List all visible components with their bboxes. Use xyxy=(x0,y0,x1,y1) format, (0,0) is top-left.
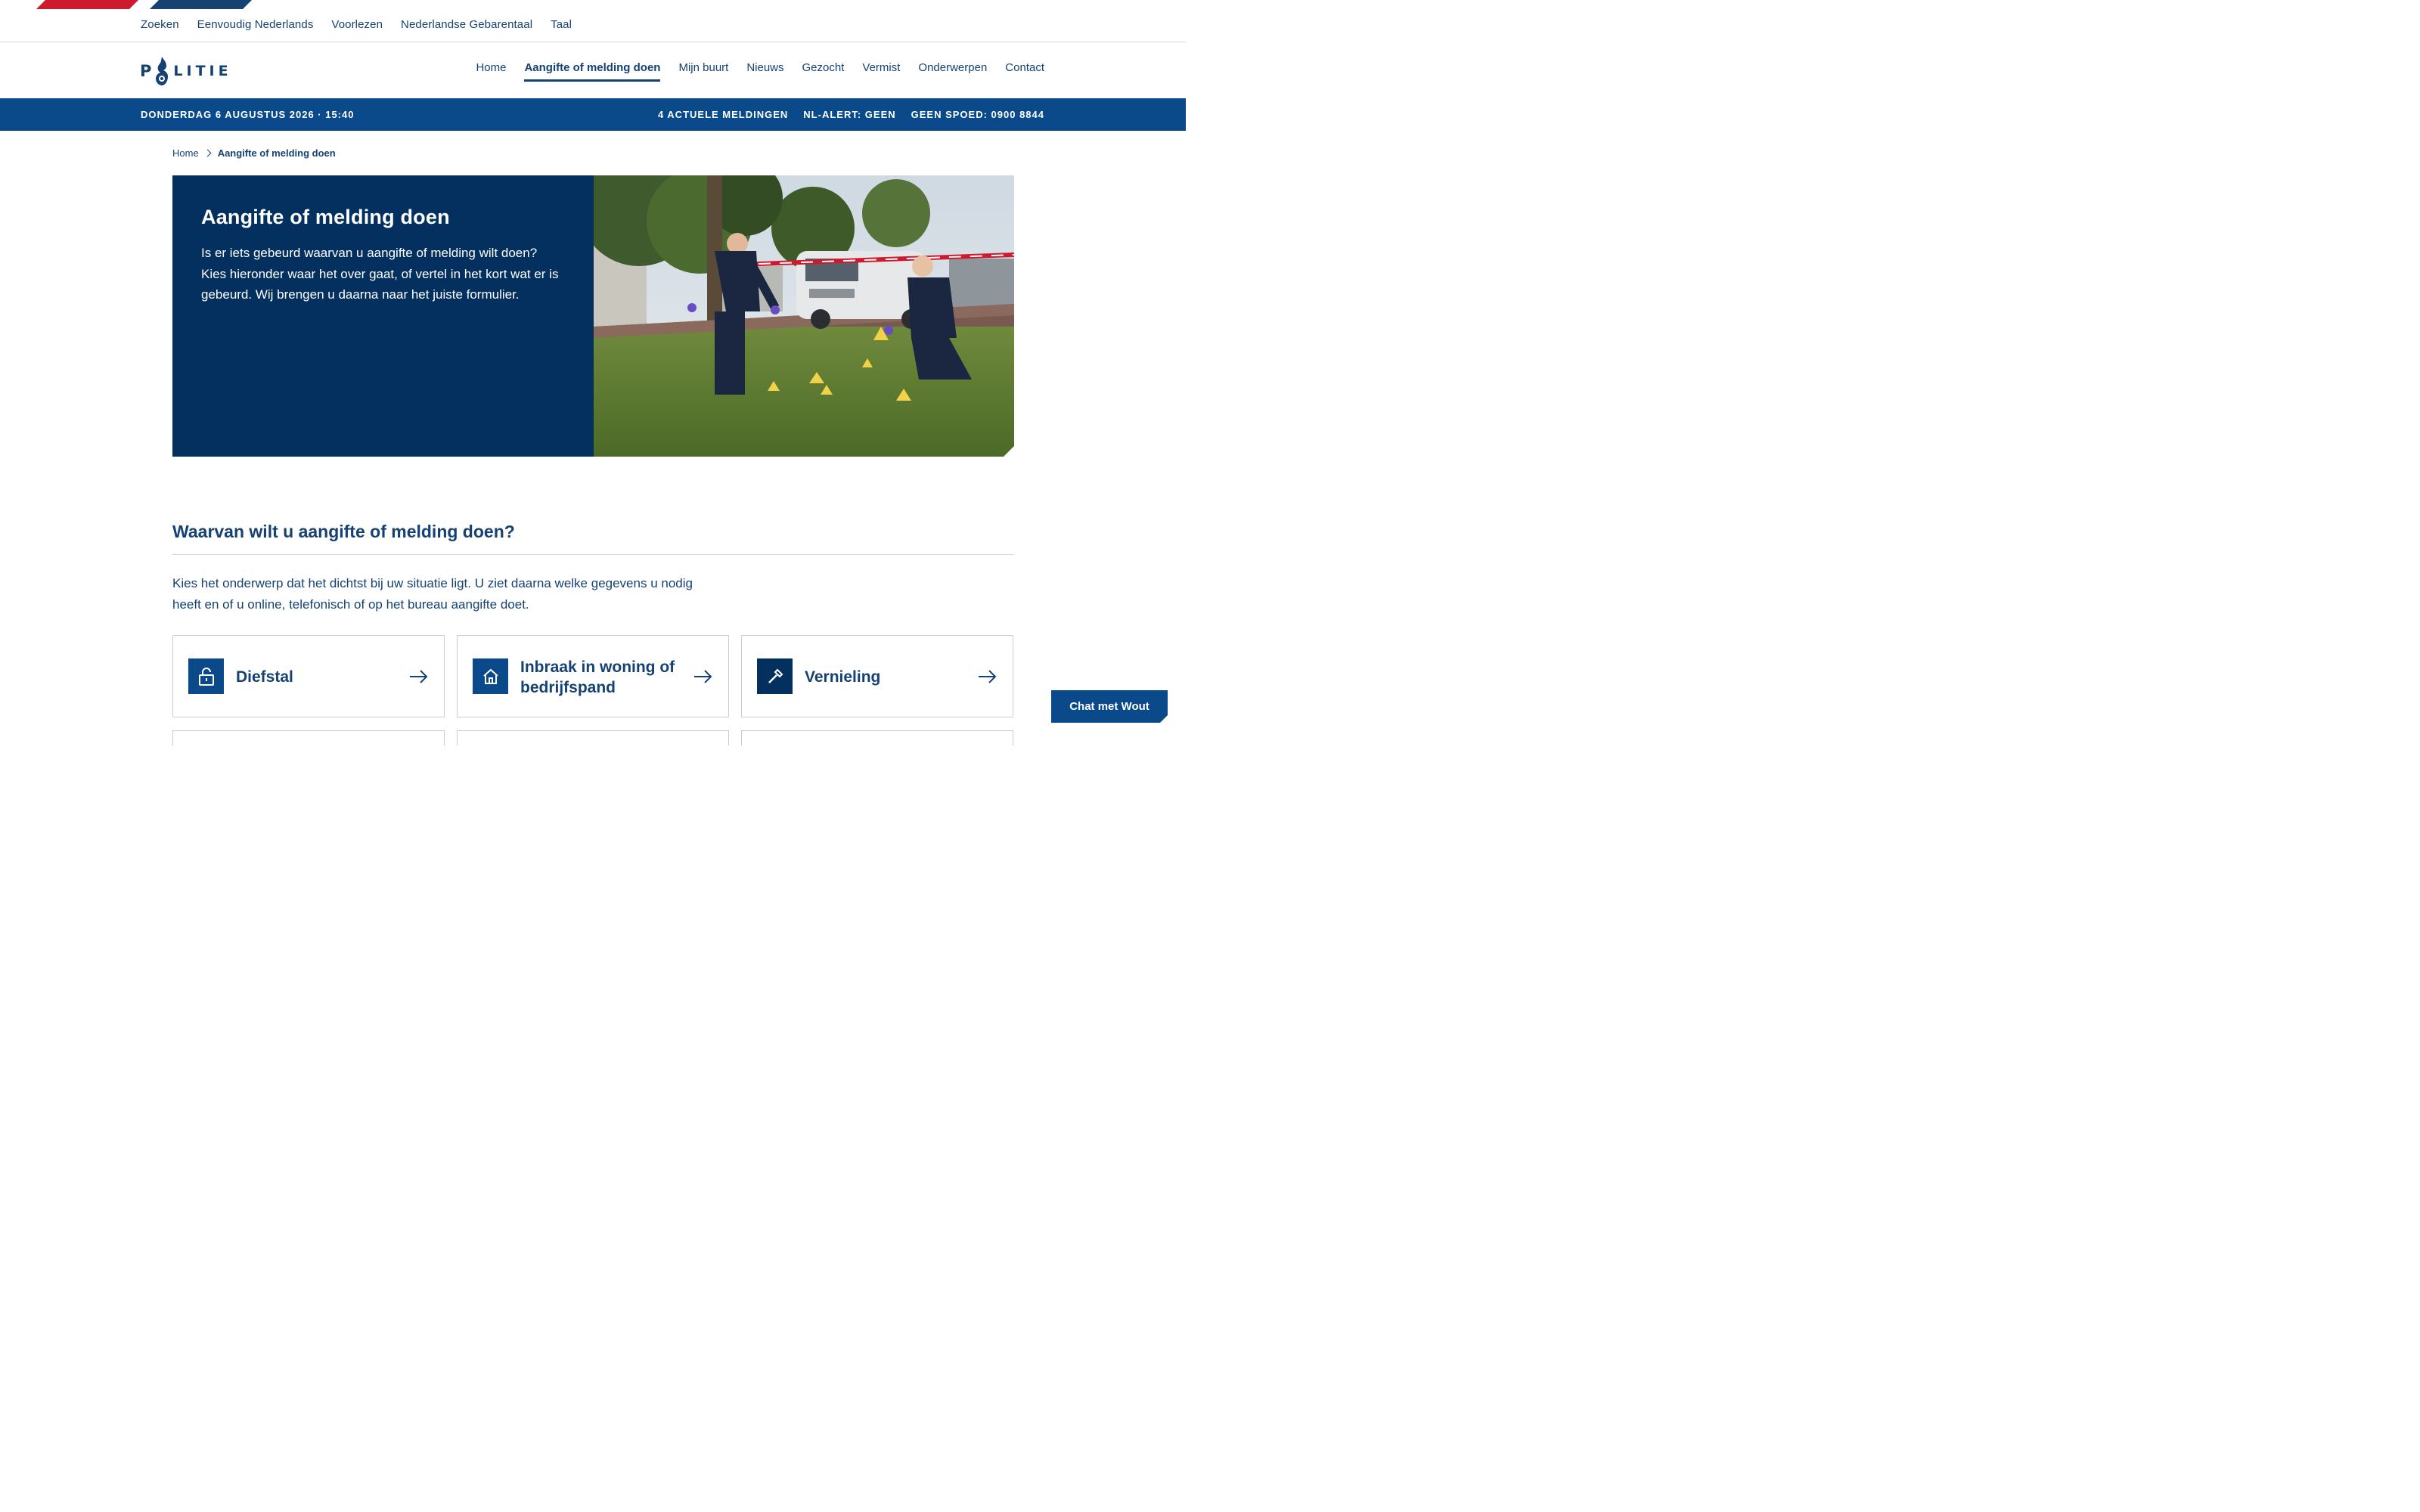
police-flame-icon xyxy=(156,57,169,85)
section-title: Waarvan wilt u aangifte of melding doen? xyxy=(172,522,515,541)
nav-item-vermist[interactable]: Vermist xyxy=(862,61,900,79)
main-nav-list: Home Aangifte of melding doen Mijn buurt… xyxy=(476,61,1044,82)
card-label: Diefstal xyxy=(236,668,293,686)
status-bar: DONDERDAG 6 AUGUSTUS 2026 · 15:40 4 ACTU… xyxy=(0,98,1186,131)
hero: Aangifte of melding doen Is er iets gebe… xyxy=(172,175,1014,457)
utility-link-eenvoudig[interactable]: Eenvoudig Nederlands xyxy=(197,18,314,31)
page-title: Aangifte of melding doen xyxy=(201,206,450,228)
nav-item-contact[interactable]: Contact xyxy=(1005,61,1044,79)
hero-photo xyxy=(594,175,1014,457)
card-label: Inbraak in woning of bedrijfspand xyxy=(520,658,675,696)
utility-nav: Zoeken Eenvoudig Nederlands Voorlezen Ne… xyxy=(141,18,572,31)
nav-item-home[interactable]: Home xyxy=(476,61,506,79)
breadcrumb-home[interactable]: Home xyxy=(172,147,199,159)
card-label: Vernieling xyxy=(805,668,881,686)
nav-item-mijn-buurt[interactable]: Mijn buurt xyxy=(678,61,728,79)
card-inbraak[interactable]: Inbraak in woning of bedrijfspand xyxy=(457,635,729,717)
status-items: 4 ACTUELE MELDINGEN NL-ALERT: GEEN GEEN … xyxy=(658,109,1044,120)
nav-item-nieuws[interactable]: Nieuws xyxy=(746,61,783,79)
utility-link-zoeken[interactable]: Zoeken xyxy=(141,18,179,31)
nav-item-onderwerpen[interactable]: Onderwerpen xyxy=(918,61,987,79)
nav-item-gezocht[interactable]: Gezocht xyxy=(802,61,845,79)
utility-link-taal[interactable]: Taal xyxy=(551,18,572,31)
politie-logo[interactable]: P LITIE xyxy=(140,55,232,87)
status-meldingen[interactable]: 4 ACTUELE MELDINGEN xyxy=(658,109,788,120)
card-vernieling[interactable]: Vernieling xyxy=(741,635,1013,717)
breadcrumb: Home Aangifte of melding doen xyxy=(172,147,336,159)
crime-scene-photo xyxy=(594,175,1014,457)
hammer-icon xyxy=(757,658,793,694)
status-date: DONDERDAG 6 AUGUSTUS 2026 · 15:40 xyxy=(141,109,355,120)
utility-link-voorlezen[interactable]: Voorlezen xyxy=(331,18,383,31)
card-next-row-3[interactable] xyxy=(741,730,1013,745)
breadcrumb-current: Aangifte of melding doen xyxy=(217,147,336,159)
chat-button[interactable]: Chat met Wout xyxy=(1051,690,1168,723)
status-spoed[interactable]: GEEN SPOED: 0900 8844 xyxy=(911,109,1044,120)
status-nlalert[interactable]: NL-ALERT: GEEN xyxy=(803,109,895,120)
section-divider xyxy=(172,554,1014,555)
card-next-row-1[interactable] xyxy=(172,730,445,745)
section-intro: Kies het onderwerp dat het dichtst bij u… xyxy=(172,576,693,612)
chevron-right-icon xyxy=(203,149,212,157)
arrow-right-icon xyxy=(979,670,997,683)
unlock-icon xyxy=(188,658,224,694)
hero-text: Is er iets gebeurd waarvan u aangifte of… xyxy=(201,246,559,302)
arrow-right-icon xyxy=(694,670,712,683)
main-navigation: P LITIE Home Aangifte of melding doen Mi… xyxy=(0,42,1186,98)
house-icon xyxy=(473,658,508,694)
arrow-right-icon xyxy=(410,670,428,683)
hero-panel: Aangifte of melding doen Is er iets gebe… xyxy=(172,175,594,457)
nav-item-aangifte[interactable]: Aangifte of melding doen xyxy=(524,61,661,82)
utility-bar: Zoeken Eenvoudig Nederlands Voorlezen Ne… xyxy=(0,0,1186,42)
card-diefstal[interactable]: Diefstal xyxy=(172,635,445,717)
card-next-row-2[interactable] xyxy=(457,730,729,745)
utility-link-gebarentaal[interactable]: Nederlandse Gebarentaal xyxy=(401,18,532,31)
